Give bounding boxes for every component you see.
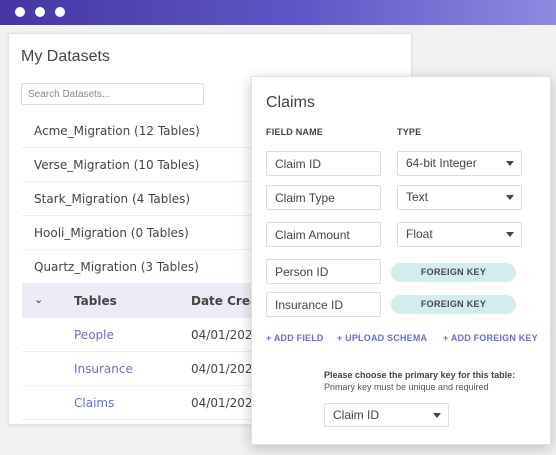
tables-column-header: Tables [74, 294, 117, 308]
field-name-input[interactable] [266, 259, 381, 284]
caret-down-icon [433, 413, 441, 418]
editor-title: Claims [266, 94, 315, 111]
window-titlebar [0, 0, 556, 25]
field-name-header: FIELD NAME [266, 127, 323, 137]
add-field-button[interactable]: + ADD FIELD [266, 333, 324, 343]
window-dot-icon[interactable] [55, 7, 65, 17]
table-link[interactable]: Claims [74, 396, 114, 410]
field-name-input[interactable] [266, 151, 381, 176]
table-date: 04/01/202 [191, 362, 253, 376]
search-input[interactable] [21, 83, 204, 105]
primary-key-value: Claim ID [333, 408, 380, 422]
window-dot-icon[interactable] [15, 7, 25, 17]
table-date: 04/01/202 [191, 396, 253, 410]
table-date: 04/01/202 [191, 328, 253, 342]
field-type-value: Text [406, 190, 429, 204]
field-type-value: 64-bit Integer [406, 156, 477, 170]
caret-down-icon [506, 161, 514, 166]
caret-down-icon [506, 195, 514, 200]
caret-down-icon [506, 232, 514, 237]
claims-table-editor: Claims FIELD NAME TYPE 64-bit Integer Te… [251, 76, 551, 445]
foreign-key-badge[interactable]: FOREIGN KEY [391, 263, 516, 282]
page-title: My Datasets [21, 48, 110, 65]
primary-key-select[interactable]: Claim ID [324, 403, 449, 427]
primary-key-title: Please choose the primary key for this t… [324, 370, 516, 380]
window-dot-icon[interactable] [35, 7, 45, 17]
primary-key-subtitle: Primary key must be unique and required [324, 382, 489, 392]
field-type-select[interactable]: 64-bit Integer [397, 151, 522, 176]
foreign-key-badge[interactable]: FOREIGN KEY [391, 295, 516, 314]
field-type-select[interactable]: Text [397, 185, 522, 210]
chevron-down-icon[interactable]: ⌄ [34, 293, 43, 306]
upload-schema-button[interactable]: + UPLOAD SCHEMA [337, 333, 427, 343]
field-type-value: Float [406, 227, 433, 241]
field-type-select[interactable]: Float [397, 222, 522, 247]
field-name-input[interactable] [266, 185, 381, 210]
add-foreign-key-button[interactable]: + ADD FOREIGN KEY [443, 333, 538, 343]
field-name-input[interactable] [266, 292, 381, 317]
field-name-input[interactable] [266, 222, 381, 247]
table-link[interactable]: People [74, 328, 114, 342]
type-header: TYPE [397, 127, 422, 137]
table-link[interactable]: Insurance [74, 362, 133, 376]
